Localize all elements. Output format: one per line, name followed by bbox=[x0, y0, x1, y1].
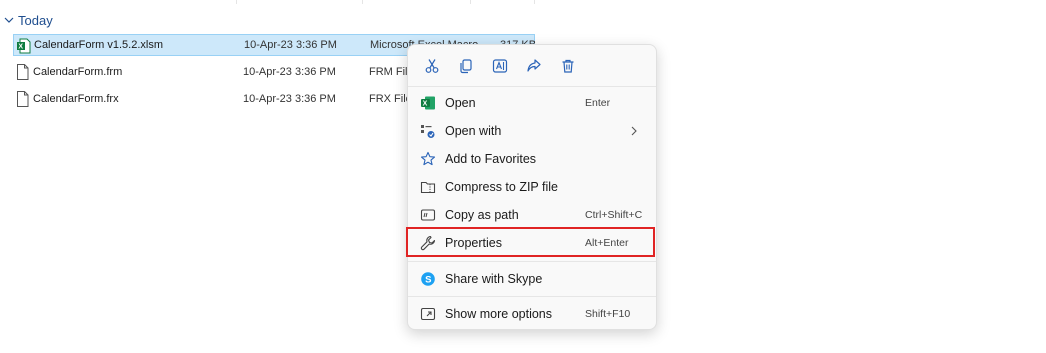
copy-icon bbox=[460, 59, 472, 74]
file-date: 10-Apr-23 3:36 PM bbox=[244, 39, 337, 51]
menu-item-show-more-options[interactable]: Show more options Shift+F10 bbox=[412, 301, 652, 327]
rename-icon bbox=[492, 59, 508, 73]
menu-item-compress-to-zip[interactable]: Compress to ZIP file bbox=[412, 174, 652, 200]
svg-text:X: X bbox=[423, 101, 428, 108]
cut-button[interactable] bbox=[418, 53, 446, 79]
file-date: 10-Apr-23 3:36 PM bbox=[243, 93, 336, 105]
file-date: 10-Apr-23 3:36 PM bbox=[243, 66, 336, 78]
file-name: CalendarForm.frx bbox=[33, 93, 119, 105]
copy-button[interactable] bbox=[452, 53, 480, 79]
share-button[interactable] bbox=[520, 53, 548, 79]
rename-button[interactable] bbox=[486, 53, 514, 79]
properties-highlight-box bbox=[406, 227, 655, 257]
excel-file-icon: X bbox=[17, 38, 31, 54]
open-with-icon bbox=[421, 125, 435, 138]
context-toolbar bbox=[418, 53, 582, 79]
menu-item-open-with[interactable]: Open with bbox=[412, 118, 652, 144]
cut-icon bbox=[425, 59, 439, 73]
document-file-icon bbox=[17, 91, 29, 107]
document-file-icon bbox=[17, 64, 29, 80]
menu-separator bbox=[408, 86, 656, 87]
svg-text:X: X bbox=[18, 44, 23, 51]
menu-item-add-to-favorites[interactable]: Add to Favorites bbox=[412, 146, 652, 172]
star-icon bbox=[420, 151, 436, 166]
more-options-icon bbox=[420, 307, 436, 321]
chevron-down-icon bbox=[4, 17, 14, 23]
file-name: CalendarForm v1.5.2.xlsm bbox=[34, 39, 163, 51]
column-dividers bbox=[0, 0, 1046, 4]
chevron-right-icon bbox=[631, 126, 637, 136]
delete-icon bbox=[562, 59, 574, 73]
menu-separator bbox=[408, 261, 656, 262]
copy-path-icon bbox=[420, 209, 436, 221]
share-icon bbox=[527, 59, 541, 72]
context-menu: X Open Enter Open with Add to Favorites … bbox=[407, 44, 657, 330]
group-header-today[interactable]: Today bbox=[4, 10, 53, 30]
menu-item-share-with-skype[interactable]: S Share with Skype bbox=[412, 266, 652, 292]
zip-folder-icon bbox=[420, 181, 436, 194]
file-name: CalendarForm.frm bbox=[33, 66, 123, 78]
delete-button[interactable] bbox=[554, 53, 582, 79]
skype-icon: S bbox=[421, 272, 435, 286]
group-label: Today bbox=[18, 12, 53, 28]
menu-separator bbox=[408, 296, 656, 297]
excel-icon: X bbox=[421, 96, 435, 110]
svg-text:S: S bbox=[425, 275, 431, 286]
file-type: FRX File bbox=[369, 93, 412, 105]
menu-item-open[interactable]: X Open Enter bbox=[412, 90, 652, 116]
menu-item-copy-as-path[interactable]: Copy as path Ctrl+Shift+C bbox=[412, 202, 652, 228]
